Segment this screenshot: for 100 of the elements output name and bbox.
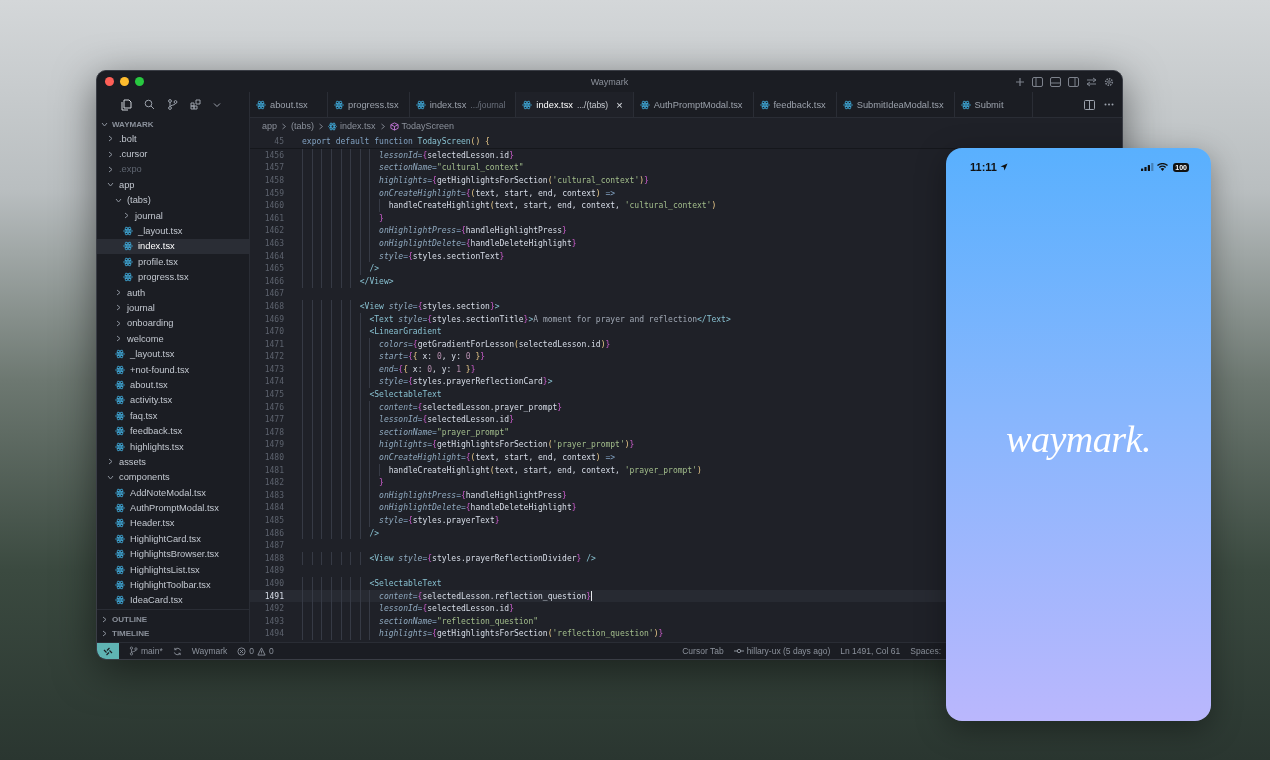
line-number: 1458 [263, 176, 285, 185]
file-item[interactable]: +not-found.tsx [97, 361, 249, 378]
file-item[interactable]: faq.tsx [97, 408, 249, 424]
folder-item[interactable]: .bolt [97, 131, 249, 147]
blame-status[interactable]: hillary-ux (5 days ago) [733, 646, 831, 656]
file-item[interactable]: about.tsx [97, 377, 249, 393]
line-number: 1484 [263, 503, 285, 513]
file-item[interactable]: progress.tsx [97, 269, 249, 285]
panel-header[interactable]: OUTLINE [97, 612, 249, 626]
sidebar-toggle-icon[interactable] [1032, 76, 1043, 87]
folder-item[interactable]: components [97, 469, 249, 485]
react-file-icon [115, 564, 125, 575]
explorer-section-header[interactable]: WAYMARK [97, 117, 249, 131]
folder-item[interactable]: (tabs) [97, 192, 249, 208]
more-icon[interactable] [1104, 103, 1114, 106]
react-file-icon [328, 121, 338, 131]
files-icon[interactable] [121, 98, 132, 111]
close-tab-button[interactable]: × [616, 98, 623, 111]
line-number: 1472 [263, 352, 285, 362]
file-item[interactable]: index.tsx [97, 238, 249, 255]
line-number: 1478 [263, 427, 285, 437]
commit-icon [733, 648, 744, 654]
breadcrumb-item[interactable]: index.tsx [328, 121, 376, 131]
editor-tab[interactable]: SubmitIdeaModal.tsx [836, 92, 955, 117]
folder-item[interactable]: welcome [97, 331, 249, 347]
plus-icon[interactable] [1015, 76, 1025, 87]
chevron-down-icon[interactable] [213, 101, 221, 108]
folder-item[interactable]: app [97, 177, 249, 193]
swap-arrows-icon[interactable] [1086, 76, 1097, 87]
extensions-icon[interactable] [190, 99, 201, 110]
react-file-icon [115, 364, 125, 375]
react-file-icon [759, 99, 770, 110]
project-name[interactable]: Waymark [191, 646, 228, 656]
editor-tab[interactable]: Submit [954, 92, 1033, 117]
breadcrumb-item[interactable]: TodayScreen [389, 121, 455, 131]
breadcrumb-item[interactable]: app [262, 121, 278, 131]
minimize-button[interactable] [120, 77, 129, 86]
panel-header[interactable]: TIMELINE [97, 626, 249, 640]
file-item[interactable]: HighlightToolbar.tsx [97, 577, 249, 593]
line-number: 1483 [263, 490, 285, 500]
cursor-position[interactable]: Ln 1491, Col 61 [840, 646, 901, 656]
file-item[interactable]: AddNoteModal.tsx [97, 485, 249, 501]
file-item[interactable]: HighlightCard.tsx [97, 531, 249, 547]
line-number: 45 [273, 136, 285, 146]
react-file-icon [115, 503, 125, 514]
file-item[interactable]: HighlightsList.tsx [97, 561, 249, 578]
search-icon[interactable] [144, 99, 155, 110]
breadcrumb-item[interactable]: (tabs) [291, 121, 315, 131]
file-item[interactable]: AuthPromptModal.tsx [97, 500, 249, 516]
line-number: 1473 [263, 364, 285, 374]
cursor-tab-status[interactable]: Cursor Tab [682, 646, 724, 656]
file-item[interactable]: activity.tsx [97, 392, 249, 409]
folder-item[interactable]: onboarding [97, 315, 249, 332]
react-file-icon [115, 533, 125, 544]
settings-icon[interactable] [1104, 76, 1114, 87]
zoom-button[interactable] [135, 77, 144, 86]
line-number: 1488 [263, 553, 285, 563]
editor-tab[interactable]: feedback.tsx [753, 92, 837, 117]
split-editor-icon[interactable] [1084, 99, 1095, 110]
branch-icon[interactable] [167, 99, 178, 110]
line-number: 1479 [263, 440, 285, 450]
react-file-icon [415, 99, 426, 110]
editor-tab[interactable]: AuthPromptModal.tsx [633, 92, 754, 117]
react-file-icon [123, 256, 133, 267]
indentation-status[interactable]: Spaces: [910, 646, 941, 656]
file-item[interactable]: feedback.tsx [97, 423, 249, 439]
react-file-icon [115, 487, 125, 498]
folder-item[interactable]: .cursor [97, 146, 249, 162]
file-item[interactable]: IdeaCard.tsx [97, 592, 249, 609]
folder-item[interactable]: journal [97, 207, 249, 224]
file-item[interactable]: profile.tsx [97, 254, 249, 270]
react-file-icon [522, 99, 533, 110]
file-item[interactable]: _layout.tsx [97, 223, 249, 239]
folder-item[interactable]: auth [97, 284, 249, 301]
line-number: 1471 [263, 339, 285, 349]
file-item[interactable]: _layout.tsx [97, 346, 249, 362]
error-icon [237, 646, 247, 656]
line-number: 1482 [263, 478, 285, 488]
branch-icon [129, 646, 138, 656]
file-item[interactable]: highlights.tsx [97, 438, 249, 455]
problems-status[interactable]: 0 0 [237, 646, 274, 656]
line-number: 1487 [263, 541, 285, 551]
line-number: 1459 [263, 188, 285, 198]
close-button[interactable] [105, 77, 114, 86]
editor-tab[interactable]: progress.tsx [328, 92, 410, 117]
file-item[interactable]: HighlightsBrowser.tsx [97, 546, 249, 562]
remote-button[interactable] [97, 643, 119, 659]
file-item[interactable]: Header.tsx [97, 515, 249, 532]
react-file-icon [123, 272, 133, 283]
secondary-sidebar-icon[interactable] [1068, 76, 1079, 87]
editor-tab[interactable]: index.tsx .../(tabs) × [516, 92, 634, 117]
chevron-icon [281, 122, 288, 130]
branch-status[interactable]: main* [129, 646, 163, 656]
folder-item[interactable]: journal [97, 300, 249, 316]
folder-item[interactable]: assets [97, 454, 249, 470]
panel-toggle-icon[interactable] [1050, 76, 1061, 87]
line-number: 1467 [263, 289, 285, 299]
editor-tab[interactable]: about.tsx [250, 92, 328, 117]
sync-icon[interactable] [172, 646, 182, 656]
wifi-icon [1157, 163, 1169, 171]
